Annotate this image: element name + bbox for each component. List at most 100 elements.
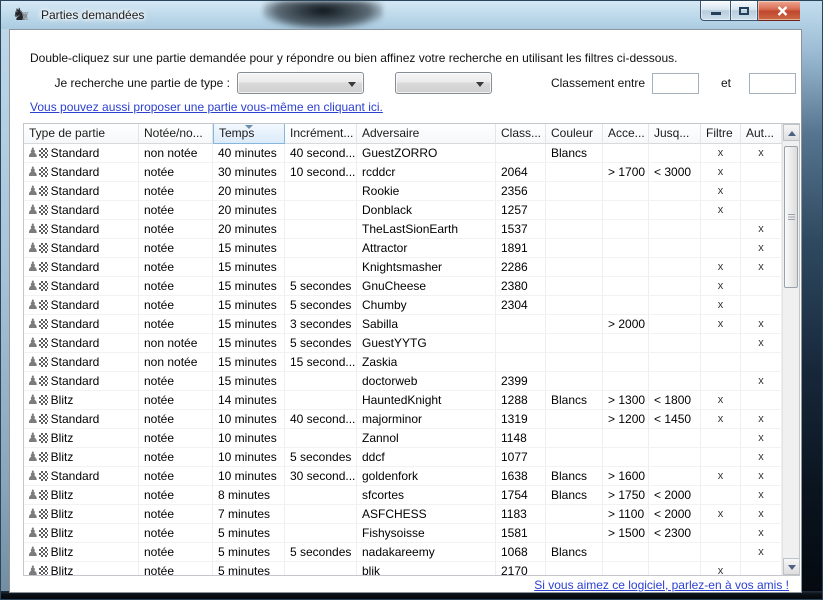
maximize-button[interactable] bbox=[731, 1, 758, 21]
game-row[interactable]: ♟Blitznotée14 minutesHauntedKnight1288Bl… bbox=[24, 391, 782, 410]
game-row[interactable]: ♟Standardnotée15 minutesdoctorweb2399x bbox=[24, 372, 782, 391]
chess-piece-icon: ♟ bbox=[27, 260, 48, 274]
minimize-button[interactable] bbox=[700, 1, 731, 21]
game-type-value: Standard bbox=[51, 239, 100, 257]
column-header-opponent[interactable]: Adversaire bbox=[357, 124, 496, 144]
game-row[interactable]: ♟Standardnotée30 minutes10 second...rcdd… bbox=[24, 163, 782, 182]
game-type-value: Standard bbox=[51, 258, 100, 276]
game-row[interactable]: ♟Standardnon notée15 minutes5 secondesGu… bbox=[24, 334, 782, 353]
cell-rated: non notée bbox=[139, 144, 213, 162]
game-type-value: Blitz bbox=[51, 524, 74, 542]
cell-increment bbox=[285, 524, 357, 542]
cell-increment bbox=[285, 220, 357, 238]
game-type-value: Blitz bbox=[51, 448, 74, 466]
cell-time: 10 minutes bbox=[213, 429, 285, 447]
game-type-value: Blitz bbox=[51, 543, 74, 561]
column-header-accept_min[interactable]: Acce... bbox=[603, 124, 649, 144]
cell-rated: non notée bbox=[139, 353, 213, 371]
game-row[interactable]: ♟Standardnotée20 minutesDonblack1257x bbox=[24, 201, 782, 220]
cell-time: 10 minutes bbox=[213, 410, 285, 428]
cell-filter bbox=[701, 220, 741, 238]
minimize-icon bbox=[711, 12, 721, 15]
column-header-time[interactable]: Temps bbox=[213, 124, 285, 144]
cell-accept_max: < 2000 bbox=[649, 505, 701, 523]
cell-accept_max bbox=[649, 372, 701, 390]
game-row[interactable]: ♟Standardnotée10 minutes30 second...gold… bbox=[24, 467, 782, 486]
column-header-filter[interactable]: Filtre bbox=[701, 124, 741, 144]
propose-game-link[interactable]: Vous pouvez aussi proposer une partie vo… bbox=[30, 100, 383, 114]
cell-auto: x bbox=[741, 467, 782, 485]
column-header-accept_max[interactable]: Jusq... bbox=[649, 124, 701, 144]
scroll-down-button[interactable] bbox=[783, 558, 800, 575]
share-link[interactable]: Si vous aimez ce logiciel, parlez-en à v… bbox=[534, 578, 789, 592]
cell-accept_max bbox=[649, 220, 701, 238]
cell-opponent: GuestYYTG bbox=[357, 334, 496, 352]
cell-rated: notée bbox=[139, 467, 213, 485]
cell-opponent: Chumby bbox=[357, 296, 496, 314]
cell-time: 40 minutes bbox=[213, 144, 285, 162]
scrollbar-thumb[interactable] bbox=[784, 146, 798, 288]
close-button[interactable] bbox=[758, 1, 806, 21]
parties-demandees-window: ♞♜ Parties demandées Double-cliquez sur … bbox=[0, 0, 823, 600]
rating-min-input[interactable] bbox=[652, 73, 699, 94]
chess-piece-icon: ♟ bbox=[27, 184, 48, 198]
game-type-value: Standard bbox=[51, 315, 100, 333]
cell-type: ♟Standard bbox=[24, 220, 139, 238]
cell-rating: 1581 bbox=[496, 524, 546, 542]
column-header-rated[interactable]: Notée/no... bbox=[139, 124, 213, 144]
cell-accept_min bbox=[603, 562, 649, 576]
cell-filter: x bbox=[701, 505, 741, 523]
cell-auto bbox=[741, 182, 782, 200]
game-row[interactable]: ♟Standardnotée15 minutes3 secondesSabill… bbox=[24, 315, 782, 334]
titlebar[interactable]: ♞♜ Parties demandées bbox=[1, 1, 822, 29]
column-header-auto[interactable]: Aut... bbox=[741, 124, 782, 144]
game-row[interactable]: ♟Standardnon notée15 minutes15 second...… bbox=[24, 353, 782, 372]
column-header-type[interactable]: Type de partie bbox=[24, 124, 139, 144]
cell-type: ♟Blitz bbox=[24, 391, 139, 409]
game-row[interactable]: ♟Blitznotée7 minutesASFCHESS1183> 1100< … bbox=[24, 505, 782, 524]
game-type-value: Standard bbox=[51, 277, 100, 295]
game-row[interactable]: ♟Standardnotée20 minutesRookie2356x bbox=[24, 182, 782, 201]
game-row[interactable]: ♟Standardnotée15 minutes5 secondesGnuChe… bbox=[24, 277, 782, 296]
game-row[interactable]: ♟Standardnotée20 minutesTheLastSionEarth… bbox=[24, 220, 782, 239]
chevron-down-icon bbox=[476, 82, 484, 87]
game-row[interactable]: ♟Blitznotée5 minutes5 secondesnadakareem… bbox=[24, 543, 782, 562]
game-row[interactable]: ♟Standardnotée15 minutes5 secondesChumby… bbox=[24, 296, 782, 315]
column-header-increment[interactable]: Incrément... bbox=[285, 124, 357, 144]
scroll-up-button[interactable] bbox=[783, 124, 800, 141]
game-type-combobox[interactable] bbox=[237, 72, 364, 94]
cell-auto: x bbox=[741, 239, 782, 257]
cell-filter: x bbox=[701, 163, 741, 181]
game-row[interactable]: ♟Standardnotée15 minutesKnightsmasher228… bbox=[24, 258, 782, 277]
increment-combobox[interactable] bbox=[395, 72, 492, 94]
rating-max-input[interactable] bbox=[749, 73, 796, 94]
cell-type: ♟Blitz bbox=[24, 429, 139, 447]
cell-rated: notée bbox=[139, 410, 213, 428]
column-header-color[interactable]: Couleur bbox=[546, 124, 603, 144]
game-row[interactable]: ♟Blitznotée5 minutesblik2170x bbox=[24, 562, 782, 576]
cell-accept_min bbox=[603, 296, 649, 314]
game-row[interactable]: ♟Standardnotée15 minutesAttractor1891x bbox=[24, 239, 782, 258]
chess-piece-icon: ♟ bbox=[27, 488, 48, 502]
cell-auto: x bbox=[741, 144, 782, 162]
cell-accept_min: > 1100 bbox=[603, 505, 649, 523]
game-row[interactable]: ♟Standardnotée10 minutes40 second...majo… bbox=[24, 410, 782, 429]
game-row[interactable]: ♟Blitznotée5 minutesFishysoisse1581> 150… bbox=[24, 524, 782, 543]
game-row[interactable]: ♟Standardnon notée40 minutes40 second...… bbox=[24, 144, 782, 163]
cell-increment bbox=[285, 372, 357, 390]
cell-filter: x bbox=[701, 296, 741, 314]
vertical-scrollbar[interactable] bbox=[782, 124, 799, 575]
game-row[interactable]: ♟Blitznotée8 minutessfcortes1754Blancs> … bbox=[24, 486, 782, 505]
cell-time: 7 minutes bbox=[213, 505, 285, 523]
column-header-rating[interactable]: Class... bbox=[496, 124, 546, 144]
app-chess-icon: ♞♜ bbox=[12, 5, 36, 25]
game-row[interactable]: ♟Blitznotée10 minutes5 secondesddcf1077x bbox=[24, 448, 782, 467]
cell-increment: 15 second... bbox=[285, 353, 357, 371]
game-type-value: Blitz bbox=[51, 505, 74, 523]
cell-rated: notée bbox=[139, 315, 213, 333]
game-row[interactable]: ♟Blitznotée10 minutesZannol1148x bbox=[24, 429, 782, 448]
games-listview: Type de partieNotée/no...TempsIncrément.… bbox=[23, 123, 800, 576]
cell-rating: 1148 bbox=[496, 429, 546, 447]
cell-time: 15 minutes bbox=[213, 353, 285, 371]
sort-descending-icon bbox=[245, 125, 253, 129]
